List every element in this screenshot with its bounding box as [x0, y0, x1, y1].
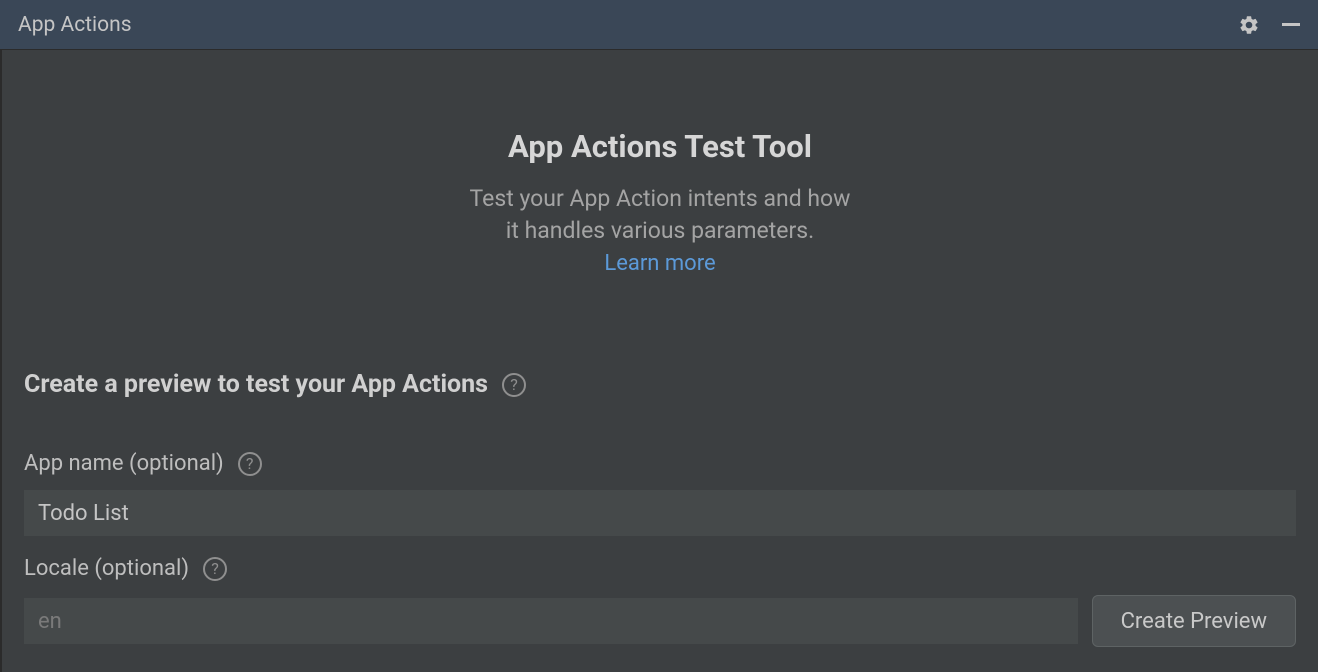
- hero-subtitle-line2: it handles various parameters.: [506, 217, 814, 244]
- create-preview-button[interactable]: Create Preview: [1092, 595, 1296, 647]
- panel-title: App Actions: [18, 13, 132, 37]
- locale-label-row: Locale (optional) ?: [24, 556, 1296, 581]
- app-name-label-row: App name (optional) ?: [24, 451, 1296, 476]
- locale-input[interactable]: [24, 598, 1078, 644]
- gear-icon[interactable]: [1238, 14, 1260, 36]
- header-actions: [1238, 14, 1300, 36]
- content-area: App Actions Test Tool Test your App Acti…: [0, 50, 1318, 672]
- bottom-row: Create Preview: [24, 595, 1296, 647]
- hero-subtitle-line1: Test your App Action intents and how: [470, 185, 851, 212]
- hero-section: App Actions Test Tool Test your App Acti…: [24, 50, 1296, 370]
- hero-title: App Actions Test Tool: [24, 128, 1296, 165]
- app-name-label: App name (optional): [24, 451, 224, 476]
- help-icon[interactable]: ?: [502, 373, 526, 397]
- locale-label: Locale (optional): [24, 556, 189, 581]
- learn-more-link[interactable]: Learn more: [604, 251, 715, 276]
- hero-subtitle: Test your App Action intents and how it …: [24, 183, 1296, 247]
- minimize-icon[interactable]: [1282, 23, 1300, 26]
- section-title-row: Create a preview to test your App Action…: [24, 370, 1296, 399]
- header-bar: App Actions: [0, 0, 1318, 50]
- section-title: Create a preview to test your App Action…: [24, 370, 488, 399]
- app-name-input[interactable]: [24, 490, 1296, 536]
- help-icon[interactable]: ?: [203, 557, 227, 581]
- help-icon[interactable]: ?: [238, 452, 262, 476]
